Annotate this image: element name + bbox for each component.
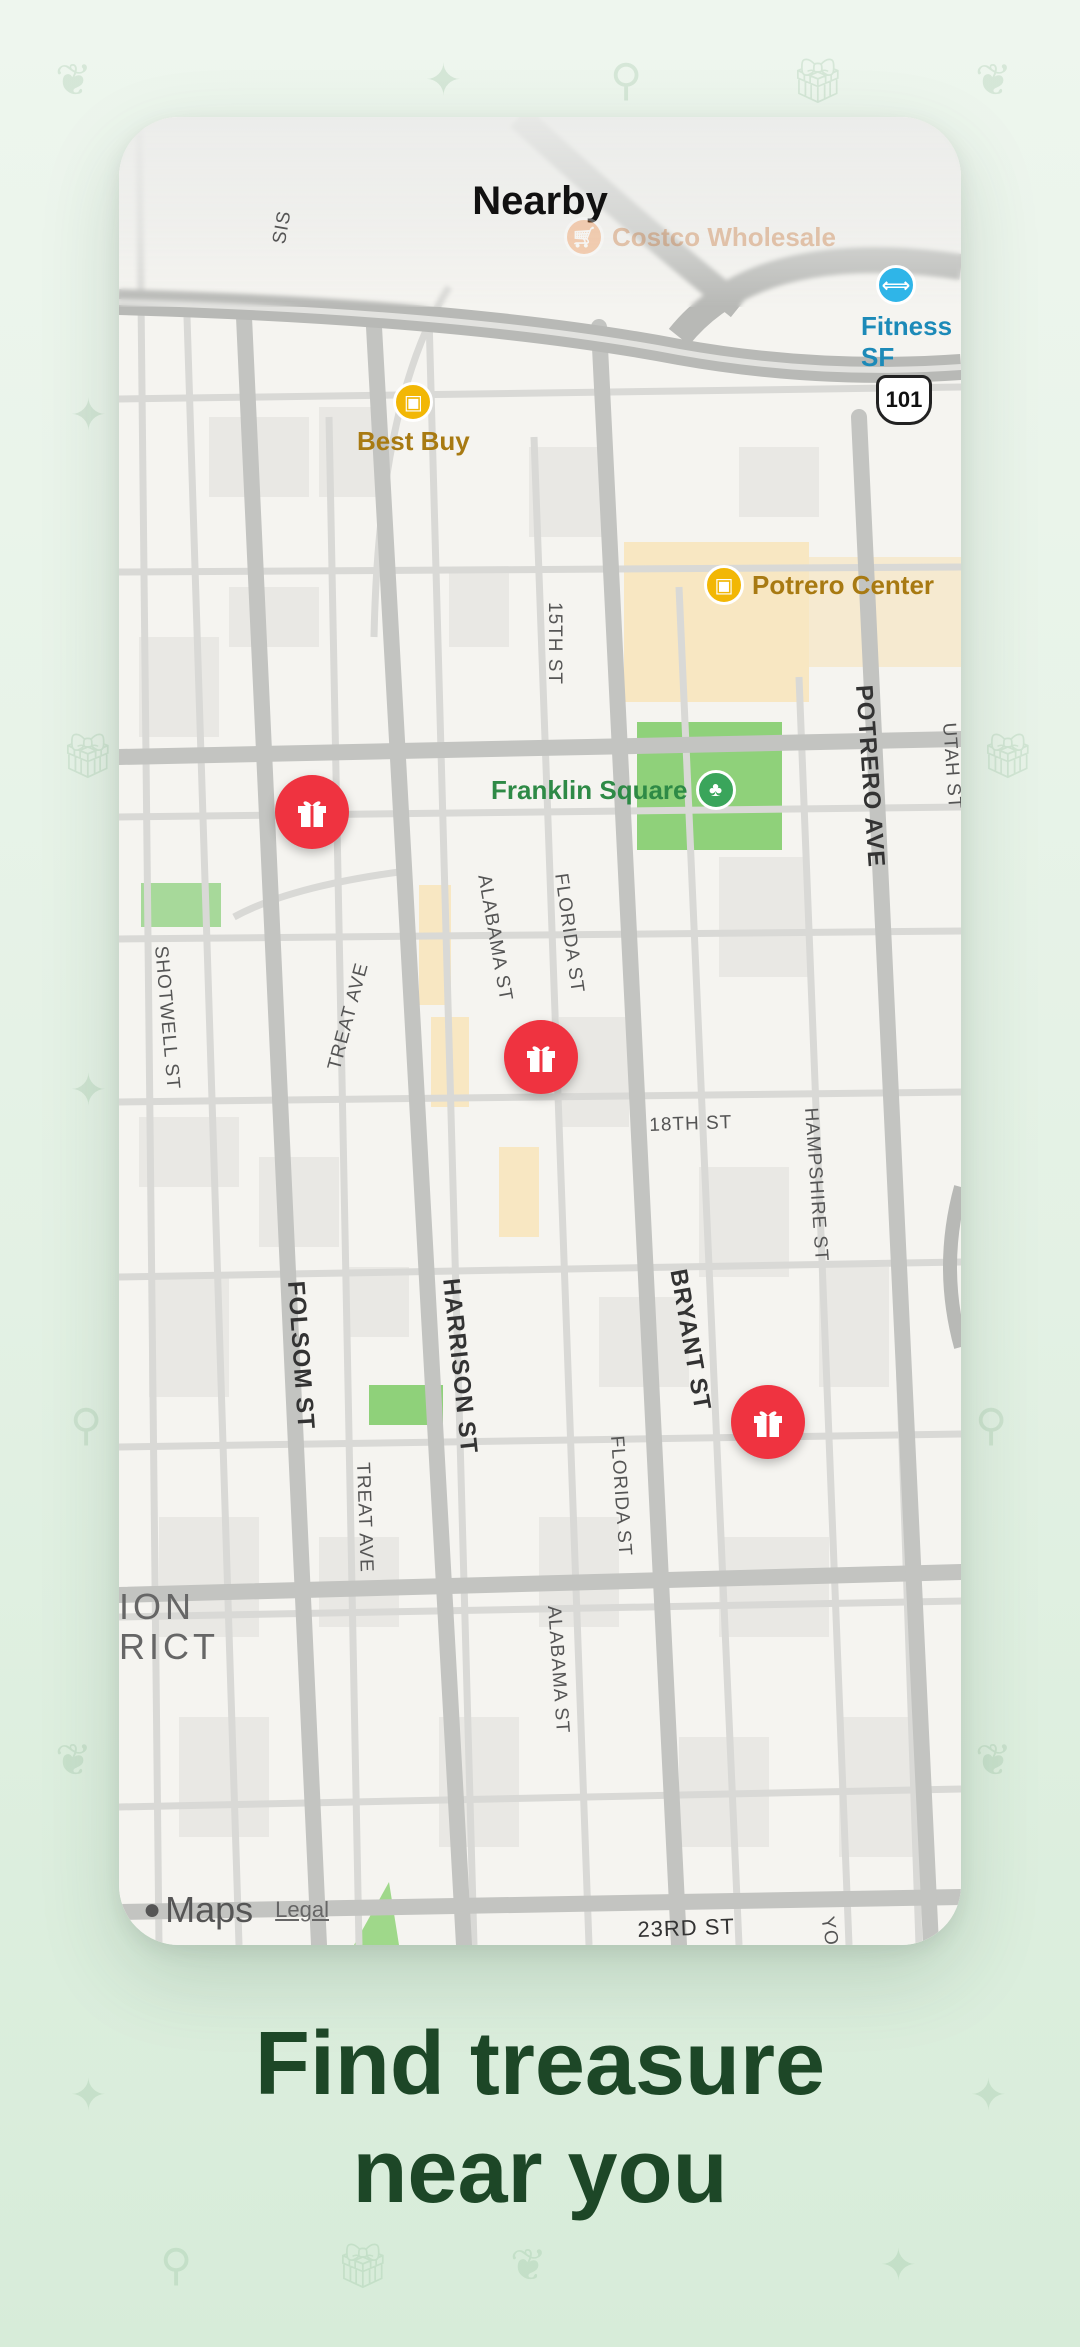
district-label-line1: ION — [119, 1586, 196, 1627]
sparkle-icon: ✦ — [70, 391, 107, 440]
sparkle-icon: ✦ — [425, 56, 462, 105]
pin-icon: ⚲ — [975, 1401, 1008, 1450]
gift-icon — [754, 1411, 782, 1437]
dumbbell-icon: ⟺ — [876, 265, 916, 305]
pin-icon: ⚲ — [610, 56, 643, 105]
gift-icon — [298, 801, 326, 827]
gift-icon: 🎁︎ — [60, 732, 116, 781]
gift-icon: 🎁︎ — [980, 732, 1036, 781]
map-attribution: ● Maps Legal — [143, 1889, 329, 1931]
legal-link[interactable]: Legal — [275, 1897, 329, 1923]
gift-icon: 🎁︎ — [790, 57, 846, 106]
gift-icon: 🎁︎ — [335, 2242, 391, 2291]
poi-label: Fitness SF — [861, 311, 953, 372]
leaf-icon: ❦ — [975, 56, 1012, 105]
shopping-bag-icon: ▣ — [704, 565, 744, 605]
treasure-pin[interactable] — [504, 1020, 578, 1094]
poi-label: Costco Wholesale — [612, 221, 836, 252]
sparkle-icon: ✦ — [70, 1066, 107, 1115]
district-label-line2: RICT — [119, 1626, 219, 1667]
shopping-bag-icon: ▣ — [393, 382, 434, 422]
poi-label: Franklin Square — [491, 774, 688, 805]
poi-fitness-sf[interactable]: ⟺ Fitness SF — [831, 265, 961, 373]
shopping-cart-icon: 🛒︎ — [564, 217, 604, 257]
apple-maps-logo: ● Maps — [143, 1889, 253, 1931]
poi-costco[interactable]: 🛒︎ Costco Wholesale — [564, 217, 836, 257]
poi-best-buy[interactable]: ▣ Best Buy — [357, 382, 470, 457]
pin-icon: ⚲ — [160, 2241, 193, 2290]
highway-shield: 101 — [876, 375, 932, 425]
street-label: 15TH ST — [544, 602, 565, 686]
leaf-icon: ❦ — [55, 1736, 92, 1785]
poi-potrero-center[interactable]: ▣ Potrero Center — [704, 565, 934, 605]
sparkle-icon: ✦ — [880, 2241, 917, 2290]
poi-franklin-square[interactable]: ♣ Franklin Square — [491, 770, 736, 810]
pin-icon: ⚲ — [70, 1401, 103, 1450]
leaf-icon: ❦ — [55, 56, 92, 105]
street-label: 23RD ST — [637, 1913, 736, 1942]
gift-icon — [527, 1046, 555, 1072]
treasure-pin[interactable] — [275, 775, 349, 849]
district-label: ION RICT — [119, 1587, 219, 1667]
poi-label: Potrero Center — [752, 569, 935, 600]
leaf-icon: ❦ — [510, 2241, 547, 2290]
leaf-icon: ❦ — [975, 1736, 1012, 1785]
treasure-pin[interactable] — [731, 1385, 805, 1459]
poi-label: Best Buy — [357, 426, 470, 456]
phone-mockup: Nearby 101 SIS 15TH ST ALABAMA ST FLORID… — [119, 117, 961, 1945]
tree-icon: ♣ — [695, 770, 736, 810]
apple-icon: ● — [143, 1893, 162, 1926]
headline-line1: Find treasure — [254, 2014, 826, 2114]
headline-line2: near you — [352, 2122, 728, 2222]
maps-brand-label: Maps — [165, 1889, 254, 1930]
street-label: 18TH ST — [649, 1112, 733, 1136]
street-label: TREAT AVE — [352, 1462, 377, 1574]
headline: Find treasure near you — [0, 2010, 1080, 2226]
